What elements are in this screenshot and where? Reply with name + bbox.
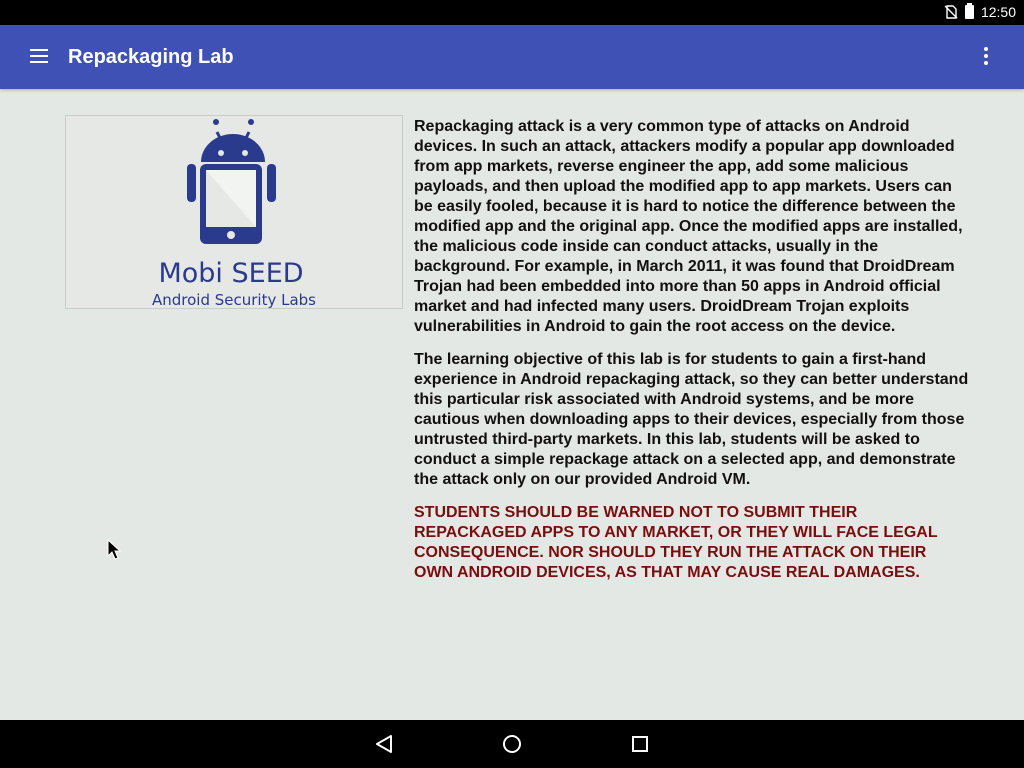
no-sim-icon	[944, 5, 958, 19]
back-icon[interactable]	[372, 732, 396, 756]
app-bar: Repackaging Lab	[0, 25, 1024, 89]
mouse-cursor-icon	[107, 539, 121, 560]
warning-text: STUDENTS SHOULD BE WARNED NOT TO SUBMIT …	[414, 504, 938, 581]
page-title: Repackaging Lab	[68, 46, 234, 68]
battery-icon	[965, 3, 974, 19]
logo-title: Mobi SEED	[158, 258, 303, 289]
home-icon[interactable]	[500, 732, 524, 756]
logo-subtitle: Android Security Labs	[152, 291, 316, 308]
recents-icon[interactable]	[628, 732, 652, 756]
hamburger-menu-icon[interactable]	[30, 49, 50, 65]
intro-paragraph: Repackaging attack is a very common type…	[414, 118, 963, 335]
lab-description: Repackaging attack is a very common type…	[414, 117, 969, 596]
status-time: 12:50	[980, 4, 1016, 20]
mobi-seed-logo: Mobi SEED Android Security Labs	[65, 115, 403, 309]
status-bar: 12:50	[0, 0, 1024, 25]
objective-paragraph: The learning objective of this lab is fo…	[414, 351, 969, 488]
more-vert-icon[interactable]	[982, 47, 990, 67]
navigation-bar	[0, 720, 1024, 768]
